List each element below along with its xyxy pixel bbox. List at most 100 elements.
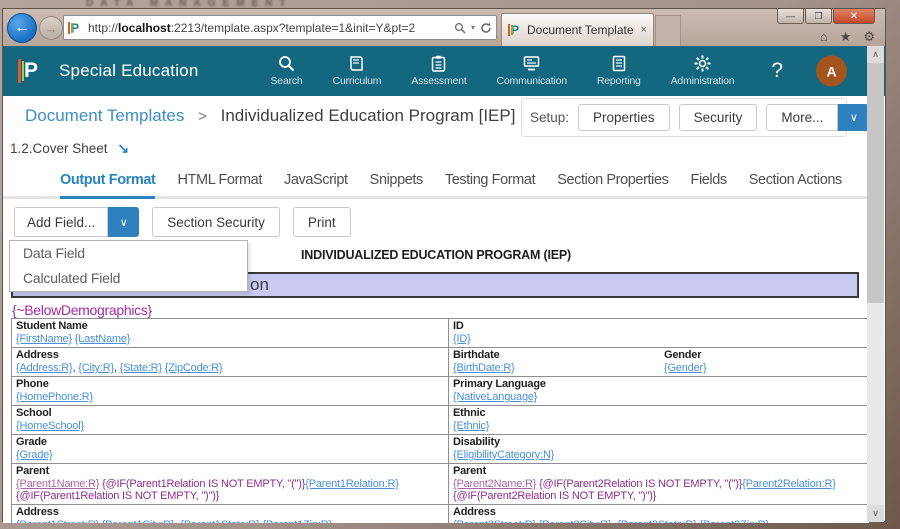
add-field-chevron-icon[interactable]: ∨ — [108, 207, 139, 237]
tab-javascript[interactable]: JavaScript — [284, 172, 348, 196]
search-address-icon[interactable] — [454, 22, 466, 34]
browser-window: — ❐ ✕ ← → P http://localhost:2213/templa… — [2, 8, 886, 522]
communication-icon — [523, 55, 540, 72]
field-token-link[interactable]: {City:R} — [78, 362, 114, 374]
tab-section-actions[interactable]: Section Actions — [749, 172, 842, 196]
tab-fields[interactable]: Fields — [690, 172, 726, 196]
field-token-link[interactable]: {ZipCode:R} — [165, 362, 223, 374]
template-table-body: Student Name{FirstName} {LastName}ID{ID}… — [12, 319, 870, 524]
field-token-link[interactable]: {Parent1Zip:R} — [262, 519, 331, 523]
field-token-link[interactable]: {ID} — [453, 333, 471, 345]
setup-box: Setup: Properties Security More... ∨ — [521, 98, 847, 137]
table-cell: Address{Address:R}, {City:R}, {State:R} … — [12, 348, 449, 377]
goto-section-arrow-icon[interactable]: ↘ — [117, 140, 129, 156]
field-token-link[interactable]: {Parent2State:R} — [617, 519, 696, 523]
security-button[interactable]: Security — [679, 104, 758, 131]
tab-snippets[interactable]: Snippets — [370, 172, 423, 196]
vertical-scrollbar[interactable]: ∧ ∨ — [867, 46, 884, 522]
print-button[interactable]: Print — [293, 207, 351, 237]
scroll-down-icon[interactable]: ∨ — [867, 505, 884, 522]
nav-item-curriculum[interactable]: Curriculum — [333, 55, 382, 87]
favorites-star-icon[interactable]: ★ — [840, 29, 852, 45]
avatar[interactable]: A — [816, 56, 847, 87]
cell-label: Grade — [16, 436, 444, 449]
more-button[interactable]: More... — [766, 104, 838, 131]
maximize-button[interactable]: ❐ — [805, 9, 832, 24]
minimize-button[interactable]: — — [777, 9, 804, 24]
nav-item-assessment[interactable]: Assessment — [411, 55, 466, 87]
table-row: Grade{Grade}Disability{EligibilityCatego… — [12, 435, 870, 464]
field-token-link[interactable]: {Parent2City:R} — [539, 519, 612, 523]
scrollbar-thumb[interactable] — [867, 63, 884, 303]
tab-testing-format[interactable]: Testing Format — [445, 172, 535, 196]
cell-value: {BirthDate:R} — [453, 362, 866, 374]
section-security-button[interactable]: Section Security — [152, 207, 280, 237]
field-token-link[interactable]: {BirthDate:R} — [453, 362, 515, 374]
field-token-link[interactable]: {Ethnic} — [453, 420, 489, 432]
home-icon[interactable]: ⌂ — [820, 29, 828, 45]
nav-item-label: Search — [271, 75, 303, 87]
address-bar[interactable]: P http://localhost:2213/template.aspx?te… — [63, 15, 497, 40]
tab-close-icon[interactable]: × — [641, 24, 647, 36]
tab-section-properties[interactable]: Section Properties — [557, 172, 668, 196]
nav-item-label: Reporting — [597, 75, 641, 87]
field-token-link[interactable]: {Parent1City:R} — [102, 519, 175, 523]
menu-item-data-field[interactable]: Data Field — [10, 241, 247, 266]
table-subcell: Gender{Gender} — [664, 349, 706, 374]
search-icon — [278, 55, 295, 72]
more-chevron-icon[interactable]: ∨ — [838, 104, 869, 131]
cell-value: {EligibilityCategory:N} — [453, 449, 866, 461]
nav-item-communication[interactable]: Communication — [497, 55, 567, 87]
field-token-link[interactable]: {Address:R} — [16, 362, 73, 374]
field-token-link[interactable]: {Parent1Name:R} — [16, 478, 99, 490]
cell-label: Address — [16, 349, 444, 362]
field-token-link[interactable]: {NativeLanguage} — [453, 391, 537, 403]
new-tab-button[interactable] — [655, 15, 681, 46]
properties-button[interactable]: Properties — [578, 104, 670, 131]
help-button[interactable]: ? — [771, 59, 783, 83]
field-token-link[interactable]: {Parent1State:R} — [180, 519, 259, 523]
field-token-link[interactable]: {Grade} — [16, 449, 53, 461]
forward-button[interactable]: → — [39, 16, 63, 40]
tab-output-format[interactable]: Output Format — [60, 172, 155, 196]
field-token-link[interactable]: {Parent2Name:R} — [453, 478, 536, 490]
breadcrumb-link[interactable]: Document Templates — [25, 106, 184, 125]
url-text[interactable]: http://localhost:2213/template.aspx?temp… — [88, 21, 454, 35]
field-token-link[interactable]: {HomePhone:R} — [16, 391, 93, 403]
menu-item-calculated-field[interactable]: Calculated Field — [10, 266, 247, 291]
table-row: Phone{HomePhone:R}Primary Language{Nativ… — [12, 377, 870, 406]
tab-html-format[interactable]: HTML Format — [177, 172, 261, 196]
field-token-link[interactable]: {LastName} — [75, 333, 130, 345]
field-token-link[interactable]: {Parent2Zip:R} — [699, 519, 768, 523]
table-cell: Grade{Grade} — [12, 435, 449, 464]
administration-gear-icon — [694, 55, 711, 72]
browser-tab[interactable]: P Document Template Setup ... × — [501, 13, 654, 46]
field-token-link[interactable]: {Gender} — [664, 362, 706, 374]
field-token-link[interactable]: {Parent1Relation:R} — [305, 478, 398, 490]
close-window-button[interactable]: ✕ — [833, 9, 875, 24]
tab-favicon: P — [508, 22, 522, 38]
field-token-link[interactable]: {Parent2Street:R} — [453, 519, 536, 523]
field-token-link[interactable]: {Parent1Street:R} — [16, 519, 99, 523]
cell-value: {HomePhone:R} — [16, 391, 444, 403]
window-controls: — ❐ ✕ — [776, 9, 875, 24]
table-cell: Phone{HomePhone:R} — [12, 377, 449, 406]
address-dropdown-icon[interactable]: ▾ — [471, 23, 475, 32]
refresh-icon[interactable] — [480, 22, 492, 34]
field-token-link[interactable]: {HomeSchool} — [16, 420, 84, 432]
field-token-link[interactable]: {FirstName} — [16, 333, 72, 345]
scroll-up-icon[interactable]: ∧ — [867, 46, 884, 63]
app-title: Special Education — [59, 61, 199, 81]
field-token-link[interactable]: {Parent2Relation:R} — [742, 478, 835, 490]
back-button[interactable]: ← — [7, 13, 37, 43]
nav-item-administration[interactable]: Administration — [671, 55, 735, 87]
field-token-link[interactable]: {State:R} — [120, 362, 162, 374]
cell-label: Ethnic — [453, 407, 866, 420]
nav-item-search[interactable]: Search — [271, 55, 303, 87]
field-token-link[interactable]: {EligibilityCategory:N} — [453, 449, 554, 461]
settings-gear-icon[interactable]: ⚙ — [863, 29, 875, 45]
nav-item-reporting[interactable]: Reporting — [597, 55, 641, 87]
add-field-button[interactable]: Add Field... — [14, 207, 108, 237]
cell-value: {ID} — [453, 333, 866, 345]
breadcrumb: Document Templates > Individualized Educ… — [25, 106, 515, 126]
